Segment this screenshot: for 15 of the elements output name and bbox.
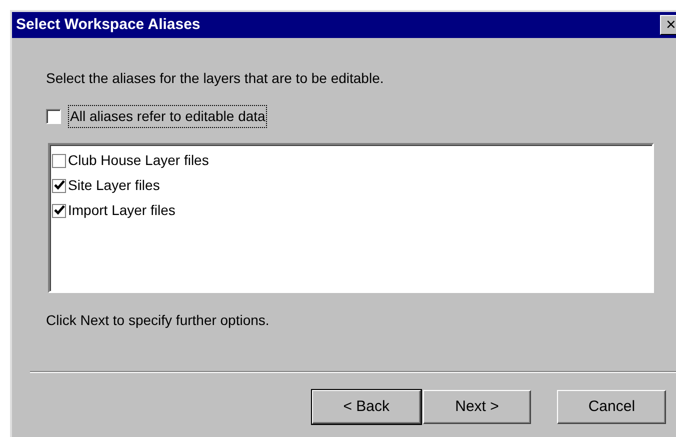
list-item[interactable]: Club House Layer files xyxy=(68,150,209,171)
checkbox[interactable] xyxy=(52,204,66,218)
window-title: Select Workspace Aliases xyxy=(16,14,200,35)
cancel-button[interactable]: Cancel xyxy=(557,390,666,424)
checkbox-label[interactable]: All aliases refer to editable data xyxy=(69,106,266,127)
instruction-text: Select the aliases for the layers that are to be editable. xyxy=(46,69,385,88)
close-button[interactable]: × xyxy=(660,15,676,35)
list-item[interactable]: Import Layer files xyxy=(68,200,176,221)
next-button[interactable]: Next > xyxy=(422,390,532,424)
back-button[interactable]: < Back xyxy=(312,390,421,424)
checkbox[interactable] xyxy=(52,154,66,168)
checkbox[interactable] xyxy=(52,178,66,192)
hint-text: Click Next to specify further options. xyxy=(46,311,270,330)
checkbox[interactable] xyxy=(46,109,61,124)
list-item[interactable]: Site Layer files xyxy=(68,175,160,196)
